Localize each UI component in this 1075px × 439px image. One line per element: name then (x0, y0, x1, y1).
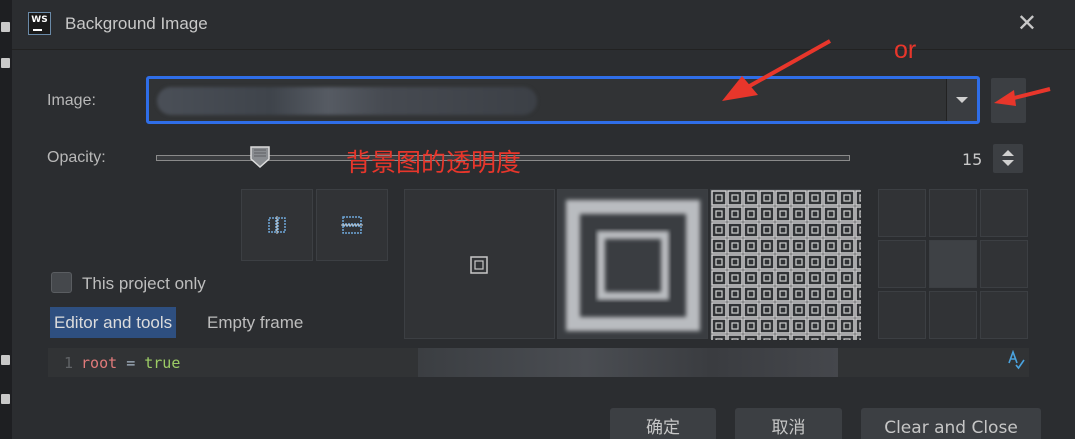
flip-horizontal-icon (268, 216, 286, 234)
browse-icon (1007, 98, 1010, 101)
this-project-only-label[interactable]: This project only (82, 274, 206, 294)
fill-mode-center[interactable] (404, 189, 555, 339)
tab-empty-frame[interactable]: Empty frame (207, 307, 303, 338)
anchor-middle-right[interactable] (980, 240, 1028, 288)
spin-down-icon[interactable] (1002, 160, 1014, 166)
close-button[interactable]: ✕ (1017, 10, 1037, 36)
this-project-only-checkbox[interactable] (51, 272, 72, 293)
anchor-top-center[interactable] (929, 189, 977, 237)
centered-square-icon (470, 256, 488, 274)
annotation-or-text: or (894, 36, 917, 64)
bookmark-icon (1, 394, 10, 404)
spell-check-icon (1007, 349, 1025, 375)
bookmark-icon (1, 355, 10, 365)
blurred-image-path (157, 87, 537, 115)
anchor-bottom-right[interactable] (980, 291, 1028, 339)
flip-vertical-icon (341, 216, 363, 234)
anchor-bottom-left[interactable] (878, 291, 926, 339)
code-key: root (81, 354, 118, 372)
flip-vertical-button[interactable] (316, 189, 388, 261)
anchor-middle-left[interactable] (878, 240, 926, 288)
annotation-opacity-note: 背景图的透明度 (346, 148, 522, 177)
clear-and-close-button[interactable]: Clear and Close (861, 408, 1041, 439)
anchor-bottom-center[interactable] (929, 291, 977, 339)
spin-up-icon[interactable] (1002, 150, 1014, 156)
anchor-top-right[interactable] (980, 189, 1028, 237)
webstorm-logo-icon: WS (28, 12, 51, 35)
image-label: Image: (47, 92, 96, 109)
anchor-center[interactable] (929, 240, 977, 288)
flip-horizontal-button[interactable] (241, 189, 313, 261)
browse-button[interactable] (991, 78, 1026, 123)
scaled-square-icon (566, 200, 700, 331)
tab-editor-and-tools[interactable]: Editor and tools (50, 307, 177, 338)
dialog-title: Background Image (65, 14, 208, 33)
preview-code-area: 1 root = true (48, 348, 1029, 377)
opacity-value: 15 (962, 150, 983, 169)
fill-mode-scale[interactable] (557, 189, 708, 339)
opacity-spinner[interactable] (993, 144, 1023, 173)
tiled-pattern-icon (711, 190, 861, 340)
opacity-label: Opacity: (47, 149, 106, 166)
bookmark-icon (1, 22, 10, 32)
line-number: 1 (64, 354, 74, 372)
left-tool-strip (0, 0, 12, 439)
code-line: 1 root = true (64, 354, 180, 372)
chevron-down-icon (956, 97, 968, 103)
ok-button[interactable]: 确定 (610, 408, 716, 439)
bookmark-icon (1, 58, 10, 68)
code-value: true (144, 354, 181, 372)
opacity-slider-thumb[interactable] (250, 146, 270, 168)
anchor-top-left[interactable] (878, 189, 926, 237)
cancel-button[interactable]: 取消 (735, 408, 842, 439)
combo-dropdown-button[interactable] (946, 79, 977, 121)
image-path-combobox[interactable] (146, 76, 980, 124)
background-image-preview (418, 348, 838, 377)
fill-mode-tile[interactable] (710, 189, 861, 340)
code-operator: = (126, 354, 136, 372)
